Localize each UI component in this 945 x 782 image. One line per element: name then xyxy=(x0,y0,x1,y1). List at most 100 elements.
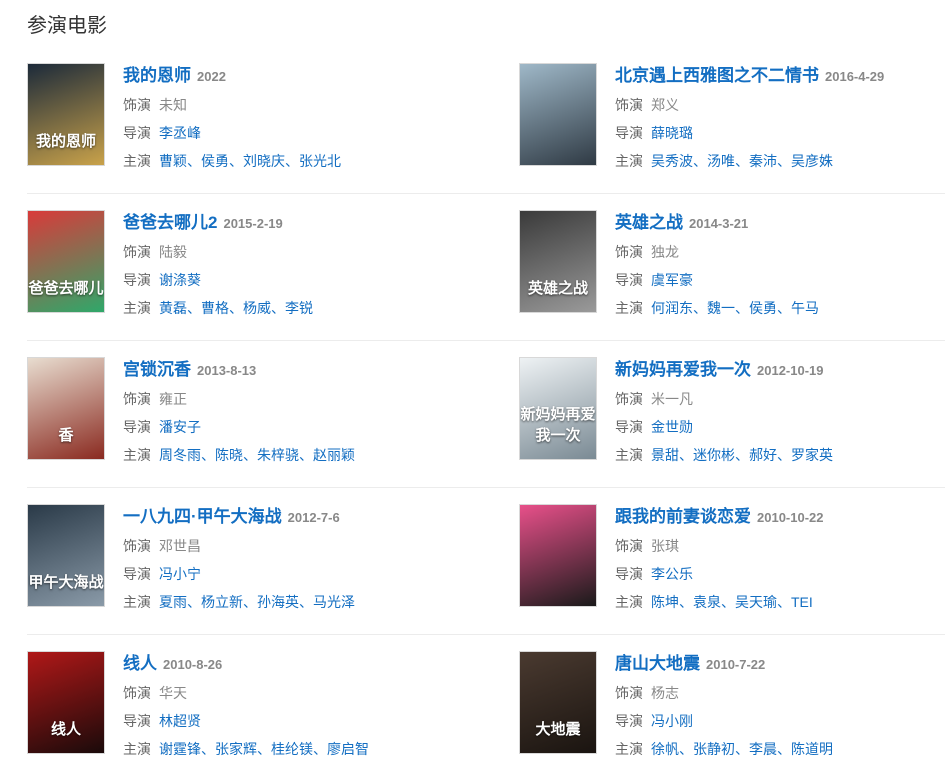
cast-member-link[interactable]: 黄磊 xyxy=(159,300,187,316)
poster-caption: 我的恩师 xyxy=(35,132,96,150)
director-link[interactable]: 薛晓璐 xyxy=(651,125,693,141)
movie-info: 北京遇上西雅图之不二情书 2016-4-29 饰演 郑义 导演 薛晓璐 主演 吴秀波、汤… xyxy=(615,65,884,171)
cast-member-link[interactable]: 郝好 xyxy=(749,447,777,463)
cast-member-link[interactable]: 袁泉 xyxy=(693,594,721,610)
movie-poster[interactable]: 新妈妈再爱我一次 xyxy=(519,357,597,460)
cast-member-link[interactable]: 罗家英 xyxy=(791,447,833,463)
cast-member-link[interactable]: 周冬雨 xyxy=(159,447,201,463)
movie-title-link[interactable]: 爸爸去哪儿2 xyxy=(123,213,217,232)
cast-member-link[interactable]: 李锐 xyxy=(285,300,313,316)
cast-member-link[interactable]: 午马 xyxy=(791,300,819,316)
cast-member-link[interactable]: 陈道明 xyxy=(791,741,833,757)
movie-title-link[interactable]: 一八九四·甲午大海战 xyxy=(123,507,282,526)
cast-separator: 、 xyxy=(243,447,257,463)
movie-title-link[interactable]: 线人 xyxy=(123,654,157,673)
director-link[interactable]: 虞军豪 xyxy=(651,272,693,288)
cast-separator: 、 xyxy=(243,594,257,610)
cast-separator: 、 xyxy=(735,447,749,463)
director-link[interactable]: 林超贤 xyxy=(159,713,201,729)
cast-member-link[interactable]: 迷你彬 xyxy=(693,447,735,463)
cast-member-link[interactable]: 魏一 xyxy=(707,300,735,316)
director-link[interactable]: 潘安子 xyxy=(159,419,201,435)
cast-member-link[interactable]: 杨威 xyxy=(243,300,271,316)
cast-member-link[interactable]: 曹格 xyxy=(201,300,229,316)
movie-card: 北京遇上西雅图之不二情书 2016-4-29 饰演 郑义 导演 薛晓璐 主演 吴秀波、汤… xyxy=(519,47,945,194)
movie-info: 唐山大地震 2010-7-22 饰演 杨志 导演 冯小刚 主演 徐帆、张静初、李晨、陈道… xyxy=(615,653,833,759)
cast-separator: 、 xyxy=(777,300,791,316)
movie-date: 2016-4-29 xyxy=(825,69,885,84)
director-link[interactable]: 李丞峰 xyxy=(159,125,201,141)
role-label: 饰演 xyxy=(615,391,643,407)
cast-member-link[interactable]: 赵丽颖 xyxy=(313,447,355,463)
movie-poster[interactable] xyxy=(519,504,597,607)
role-label: 饰演 xyxy=(123,685,151,701)
movie-title-link[interactable]: 宫锁沉香 xyxy=(123,360,191,379)
cast-member-link[interactable]: 景甜 xyxy=(651,447,679,463)
cast-member-link[interactable]: 杨立新 xyxy=(201,594,243,610)
cast-member-link[interactable]: 曹颖 xyxy=(159,153,187,169)
movie-poster[interactable]: 香 xyxy=(27,357,105,460)
movie-card: 香 宫锁沉香 2013-8-13 饰演 雍正 导演 潘安子 主演 周冬雨、陈晓、朱梓骁、… xyxy=(27,341,519,488)
cast-member-link[interactable]: 李晨 xyxy=(749,741,777,757)
movie-title-link[interactable]: 唐山大地震 xyxy=(615,654,700,673)
movie-title-link[interactable]: 我的恩师 xyxy=(123,66,191,85)
movie-title-link[interactable]: 英雄之战 xyxy=(615,213,683,232)
cast-member-link[interactable]: 夏雨 xyxy=(159,594,187,610)
cast-member-link[interactable]: 秦沛 xyxy=(749,153,777,169)
movie-poster[interactable]: 我的恩师 xyxy=(27,63,105,166)
director-link[interactable]: 谢涤葵 xyxy=(159,272,201,288)
poster-caption: 英雄之战 xyxy=(527,279,588,297)
cast-member-link[interactable]: 孙海英 xyxy=(257,594,299,610)
movie-title-link[interactable]: 北京遇上西雅图之不二情书 xyxy=(615,66,819,85)
cast-member-link[interactable]: 张家辉 xyxy=(215,741,257,757)
cast-member-link[interactable]: 谢霆锋 xyxy=(159,741,201,757)
movie-card: 新妈妈再爱我一次 新妈妈再爱我一次 2012-10-19 饰演 米一凡 导演 金世勋 … xyxy=(519,341,945,488)
director-link[interactable]: 金世勋 xyxy=(651,419,693,435)
cast-separator: 、 xyxy=(299,447,313,463)
cast-label: 主演 xyxy=(615,741,643,757)
movie-poster[interactable] xyxy=(519,63,597,166)
cast-separator: 、 xyxy=(777,594,791,610)
cast-member-link[interactable]: 吴秀波 xyxy=(651,153,693,169)
cast-member-link[interactable]: 刘晓庆 xyxy=(243,153,285,169)
title-line: 新妈妈再爱我一次 2012-10-19 xyxy=(615,359,833,381)
cast-member-link[interactable]: 汤唯 xyxy=(707,153,735,169)
poster-image xyxy=(520,505,596,606)
cast-member-link[interactable]: 侯勇 xyxy=(201,153,229,169)
movie-title-link[interactable]: 跟我的前妻谈恋爱 xyxy=(615,507,751,526)
section-title: 参演电影 xyxy=(27,15,107,37)
cast-label: 主演 xyxy=(123,300,151,316)
cast-member-link[interactable]: TEI xyxy=(791,594,813,610)
cast-member-link[interactable]: 廖启智 xyxy=(327,741,369,757)
cast-member-link[interactable]: 张静初 xyxy=(693,741,735,757)
director-link[interactable]: 冯小宁 xyxy=(159,566,201,582)
cast-member-link[interactable]: 何润东 xyxy=(651,300,693,316)
movie-poster[interactable]: 大地震 xyxy=(519,651,597,754)
cast-row: 主演 曹颖、侯勇、刘晓庆、张光北 xyxy=(123,151,341,171)
cast-member-link[interactable]: 侯勇 xyxy=(749,300,777,316)
movie-date: 2012-7-6 xyxy=(287,510,340,525)
cast-member-link[interactable]: 朱梓骁 xyxy=(257,447,299,463)
director-link[interactable]: 李公乐 xyxy=(651,566,693,582)
movie-date: 2013-8-13 xyxy=(197,363,257,378)
movie-poster[interactable]: 线人 xyxy=(27,651,105,754)
cast-member-link[interactable]: 吴天瑜 xyxy=(735,594,777,610)
cast-member-link[interactable]: 陈坤 xyxy=(651,594,679,610)
cast-member-link[interactable]: 吴彦姝 xyxy=(791,153,833,169)
movie-date: 2010-10-22 xyxy=(757,510,824,525)
role-label: 饰演 xyxy=(123,97,151,113)
movie-poster[interactable]: 爸爸去哪儿 xyxy=(27,210,105,313)
director-link[interactable]: 冯小刚 xyxy=(651,713,693,729)
movie-poster[interactable]: 甲午大海战 xyxy=(27,504,105,607)
cast-member-link[interactable]: 陈晓 xyxy=(215,447,243,463)
title-line: 我的恩师 2022 xyxy=(123,65,341,87)
cast-member-link[interactable]: 马光泽 xyxy=(313,594,355,610)
cast-member-link[interactable]: 徐帆 xyxy=(651,741,679,757)
movie-info: 线人 2010-8-26 饰演 华天 导演 林超贤 主演 谢霆锋、张家辉、桂纶镁、廖启智 xyxy=(123,653,369,759)
cast-member-link[interactable]: 桂纶镁 xyxy=(271,741,313,757)
cast-member-link[interactable]: 张光北 xyxy=(299,153,341,169)
movie-title-link[interactable]: 新妈妈再爱我一次 xyxy=(615,360,751,379)
role-label: 饰演 xyxy=(123,391,151,407)
movie-poster[interactable]: 英雄之战 xyxy=(519,210,597,313)
poster-caption: 甲午大海战 xyxy=(28,573,104,591)
